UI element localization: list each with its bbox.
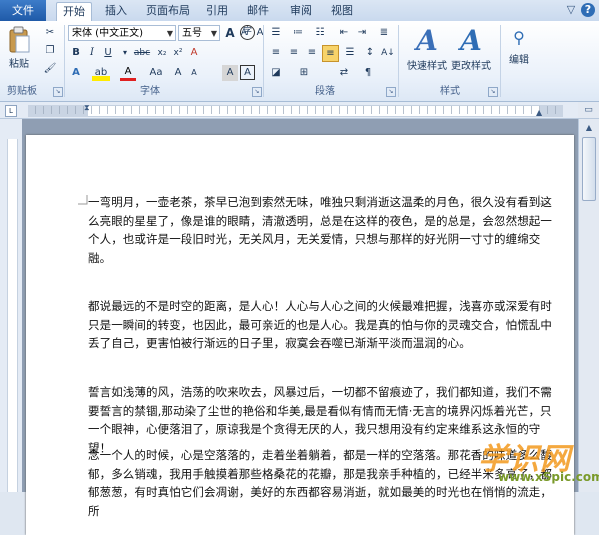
ribbon: 粘贴 ✂ ❐ 🖌 剪贴板 ↘ 宋体 (中文正文) ▼ 五号 ▼ A A A B I … <box>0 21 599 102</box>
font-name-combo[interactable]: 宋体 (中文正文) ▼ <box>68 25 176 41</box>
increase-indent-icon[interactable]: ⇥ <box>354 25 370 41</box>
minimize-ribbon-icon[interactable]: ▽ <box>564 3 578 17</box>
group-divider <box>263 25 264 97</box>
tab-references[interactable]: 引用 <box>203 0 231 21</box>
superscript-icon[interactable]: x² <box>170 45 186 61</box>
group-divider <box>500 25 501 97</box>
bold-icon[interactable]: B <box>68 45 84 61</box>
quick-styles-label: 快速样式 <box>407 61 447 72</box>
change-styles-button[interactable]: A 更改样式 <box>450 25 492 83</box>
character-shading-icon[interactable]: A <box>222 65 238 81</box>
tab-home[interactable]: 开始 <box>56 2 92 23</box>
indent-marker-icon[interactable]: ⧗ <box>84 103 90 113</box>
binoculars-icon: ⚲ <box>513 28 525 47</box>
font-launcher-icon[interactable]: ↘ <box>252 87 262 97</box>
align-left-icon[interactable]: ≡ <box>268 45 284 61</box>
crop-mark-top-left <box>78 195 88 205</box>
font-color-icon[interactable]: A <box>120 65 136 81</box>
quick-styles-icon: A <box>416 24 438 57</box>
paragraph-launcher-icon[interactable]: ↘ <box>386 87 396 97</box>
scroll-thumb[interactable] <box>582 137 596 201</box>
view-ruler-icon[interactable]: ▭ <box>578 102 599 118</box>
font-size-combo[interactable]: 五号 ▼ <box>178 25 220 41</box>
paste-button[interactable]: 粘贴 <box>4 55 34 70</box>
borders-icon[interactable]: ⊞ <box>296 65 312 81</box>
tab-review[interactable]: 审阅 <box>287 0 315 21</box>
vertical-ruler <box>0 119 22 492</box>
clipboard-group-label: 剪贴板 <box>7 86 37 97</box>
shrink-font-small-icon[interactable]: A <box>186 65 202 81</box>
tab-file[interactable]: 文件 <box>0 0 46 21</box>
right-indent-marker-icon[interactable]: ▲ <box>536 108 542 117</box>
cut-icon[interactable]: ✂ <box>42 25 58 41</box>
change-styles-icon: A <box>460 24 482 57</box>
font-group-label: 字体 <box>140 86 160 97</box>
shading-icon[interactable]: ◪ <box>268 65 284 81</box>
editing-label: 编辑 <box>509 55 529 66</box>
format-painter-icon[interactable]: 🖌 <box>42 61 58 77</box>
justify-icon[interactable]: ≡ <box>322 45 339 62</box>
italic-icon[interactable]: I <box>84 45 100 61</box>
copy-icon[interactable]: ❐ <box>42 43 58 59</box>
font-size-value: 五号 <box>182 28 202 39</box>
horizontal-ruler[interactable]: L ⧗ ▲ <box>0 102 599 119</box>
ruler-ticks <box>28 106 563 114</box>
distributed-icon[interactable]: ☰ <box>342 45 358 61</box>
tab-insert[interactable]: 插入 <box>100 0 132 21</box>
paragraph-1[interactable]: 一弯明月，一壶老茶，茶早已泡到索然无味，唯独只剩消逝这温柔的月色，很久没有看到这… <box>88 193 558 267</box>
text-effects-icon[interactable]: A <box>68 65 84 81</box>
editing-button[interactable]: ⚲ 编辑 <box>504 25 534 83</box>
paragraph-mark-icon[interactable]: ¶ <box>360 65 376 81</box>
underline-icon[interactable]: U <box>100 45 116 61</box>
change-styles-label: 更改样式 <box>451 61 491 72</box>
group-divider <box>64 25 65 97</box>
clear-formatting-icon[interactable]: A <box>186 45 202 61</box>
chevron-down-icon: ▼ <box>166 29 173 38</box>
highlight-icon[interactable]: ab <box>92 65 110 81</box>
ribbon-tab-bar: 文件 开始 插入 页面布局 引用 邮件 审阅 视图 ▽ ? <box>0 0 599 23</box>
tab-mailings[interactable]: 邮件 <box>244 0 272 21</box>
decrease-indent-icon[interactable]: ⇤ <box>336 25 352 41</box>
watermark-site: www.xSpic.com <box>498 470 599 484</box>
help-icon[interactable]: ? <box>581 3 595 17</box>
align-center-icon[interactable]: ≡ <box>286 45 302 61</box>
clipboard-launcher-icon[interactable]: ↘ <box>53 87 63 97</box>
numbering-icon[interactable]: ≔ <box>290 25 306 41</box>
styles-group-label: 样式 <box>440 86 460 97</box>
grow-font-small-icon[interactable]: A <box>170 65 186 81</box>
change-case-icon[interactable]: Aa <box>146 65 166 81</box>
bullets-icon[interactable]: ☰ <box>268 25 284 41</box>
text-direction-icon[interactable]: ⇄ <box>336 65 352 81</box>
tab-page-layout[interactable]: 页面布局 <box>143 0 193 21</box>
subscript-icon[interactable]: x₂ <box>154 45 170 61</box>
tab-view[interactable]: 视图 <box>328 0 356 21</box>
enclose-characters-icon[interactable]: 字 <box>240 25 255 40</box>
align-right-icon[interactable]: ≡ <box>304 45 320 61</box>
multilevel-list-icon[interactable]: ☷ <box>312 25 328 41</box>
paragraph-group-label: 段落 <box>315 86 335 97</box>
scroll-up-icon[interactable]: ▲ <box>582 121 596 135</box>
chinese-layout-icon[interactable]: ≣ <box>376 25 392 41</box>
underline-dropdown-icon[interactable]: ▾ <box>118 45 132 61</box>
line-spacing-icon[interactable]: ↕ <box>362 45 378 61</box>
paragraph-2[interactable]: 都说最远的不是时空的距离，是人心！人心与人心之间的火候最难把握，浅喜亦或深爱有时… <box>88 297 558 353</box>
styles-launcher-icon[interactable]: ↘ <box>488 87 498 97</box>
paste-icon[interactable] <box>6 25 32 55</box>
group-divider <box>398 25 399 97</box>
tab-selector-icon[interactable]: L <box>5 105 17 117</box>
watermark: 学识网 www.xSpic.com <box>478 434 599 492</box>
font-name-value: 宋体 (中文正文) <box>72 28 143 39</box>
strikethrough-icon[interactable]: abc <box>132 45 152 61</box>
vertical-ruler-strip <box>7 139 18 492</box>
quick-styles-button[interactable]: A 快速样式 <box>406 25 448 83</box>
character-border-icon[interactable]: A <box>240 65 255 80</box>
chevron-down-icon: ▼ <box>210 29 217 38</box>
sort-icon[interactable]: A↓ <box>380 45 396 61</box>
